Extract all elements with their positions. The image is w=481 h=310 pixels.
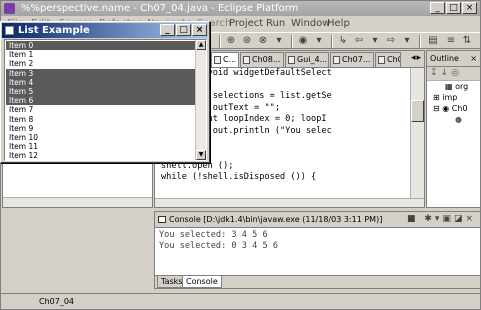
outline-item[interactable]: ● [427,114,480,125]
package-explorer-hscroll[interactable] [3,197,152,207]
list-item[interactable]: Item 12 [6,151,196,160]
tab-console[interactable]: Console [182,276,222,288]
java-file-icon [333,56,340,64]
editor-tab[interactable]: Ch08... [240,52,284,67]
open-type-icon[interactable]: ⊗ [257,35,269,47]
toolbar-separator [419,35,421,48]
list-item[interactable]: Item 10 [6,133,196,142]
display-console-icon[interactable]: ▣ [442,214,454,224]
close-icon[interactable]: × [470,51,477,66]
hide-fields-icon[interactable]: ◎ [451,68,462,78]
close-icon[interactable]: × [465,214,476,224]
eclipse-title-text: %%perspective.name - Ch07_04.java - Ecli… [21,3,299,14]
console-line: You selected: 3 4 5 6 [159,230,268,240]
eclipse-close-button[interactable]: × [462,2,477,14]
list-item[interactable]: Item 6 [6,96,196,106]
sort-az-icon[interactable]: ↓ [441,68,452,78]
tab-scroll-arrows-icon[interactable]: ◂▸ [411,53,422,63]
outline-item[interactable]: ▦ org [427,81,480,92]
list-item[interactable]: Item 3 [6,68,196,78]
search-icon[interactable]: ◉ [297,35,309,47]
list-item[interactable]: Item 8 [6,115,196,124]
package-icon: ▦ [445,82,456,91]
perspective-icon[interactable]: ▤ [427,35,439,47]
window-icon [5,26,14,35]
toolbar-separator [331,35,333,48]
console-header: Console [D:\jdk1.4\bin\javaw.exe (11/18/… [155,212,480,228]
toolbar-separator [219,35,221,48]
list-example-window: List Example _ □ × Item 0 Item 1 Item 2 Ite… [0,21,210,163]
scroll-up-icon[interactable]: ▲ [196,40,206,50]
item-list[interactable]: Item 0 Item 1 Item 2 Item 3 Item 4 Item 5 Item… [4,39,207,161]
eclipse-maximize-button[interactable]: □ [446,2,461,14]
editor-tab[interactable]: Gui_4... [285,52,329,67]
outline-tab[interactable]: Outline × [427,51,480,67]
menu-window[interactable]: Window [291,16,330,31]
list-window-title: List Example [18,25,90,36]
new-package-icon[interactable]: ⊛ [241,35,253,47]
run-dropdown-icon[interactable]: ▾ [313,35,325,47]
eclipse-minimize-button[interactable]: _ [430,2,445,14]
method-icon: ● [455,115,462,124]
back-dropdown-icon[interactable]: ▾ [369,35,381,47]
outline-toolbar: ↧↓◎ [427,67,480,81]
list-item[interactable]: Item 0 [6,41,196,50]
outline-item[interactable]: ⊞ imp [427,92,480,103]
list-item[interactable]: Item 7 [6,105,196,114]
editor-horizontal-scrollbar[interactable] [155,198,424,207]
list-item[interactable]: Item 1 [6,50,196,59]
back-icon[interactable]: ⇦ [353,35,365,47]
outline-item[interactable]: ⊟ ◉ Ch0 [427,103,480,114]
editor-tab[interactable]: Ch07... [330,52,374,67]
list-item[interactable]: Item 9 [6,124,196,133]
list-scrollbar[interactable]: ▲ ▼ [195,40,206,160]
maximize-button[interactable]: □ [176,24,191,36]
list-item[interactable]: Item 4 [6,77,196,87]
java-file-icon [243,56,250,64]
terminate-icon[interactable]: ■ [407,214,419,224]
editor-vertical-scrollbar[interactable] [410,68,424,199]
editor-scroll-thumb[interactable] [411,100,424,122]
list-item[interactable]: Item 11 [6,142,196,151]
outline-view: Outline × ↧↓◎ ▦ org ⊞ imp ⊟ ◉ Ch0 ● [426,50,481,208]
clear-console-icon[interactable]: ◪ [454,214,466,224]
new-class-icon[interactable]: ⊕ [225,35,237,47]
console-output[interactable]: You selected: 3 4 5 6 You selected: 0 3 4… [155,228,480,254]
forward-icon[interactable]: ⇨ [385,35,397,47]
list-window-title-bar[interactable]: List Example _ □ × [2,23,208,38]
toolbar-separator [291,35,293,48]
java-file-icon [214,56,221,64]
console-view: Console [D:\jdk1.4\bin\javaw.exe (11/18/… [154,211,481,289]
expand-icon: ⊞ [433,93,443,102]
pin-icon[interactable]: ✱ [424,214,435,224]
eclipse-title-bar[interactable]: %%perspective.name - Ch07_04.java - Ecli… [1,1,480,16]
code-line: while (!shell.isDisposed ()) { [161,172,317,183]
editor-tab[interactable]: C... [211,52,239,67]
menu-run[interactable]: Run [266,16,285,31]
sort-icon[interactable]: ↧ [430,68,441,78]
java-file-icon [378,56,385,64]
menu-help[interactable]: Help [327,16,350,31]
bottom-tab-bar: Tasks Console [155,275,480,288]
debug-dropdown-icon[interactable]: ▾ [273,35,285,47]
java-file-icon [288,56,295,64]
forward-dropdown-icon[interactable]: ▾ [401,35,413,47]
close-button[interactable]: × [192,24,207,36]
editor-tab[interactable]: Ch07... [375,52,401,67]
status-bar: Ch07_04 [1,293,480,309]
collapse-icon: ⊟ ◉ [433,104,452,113]
list-item[interactable]: Item 2 [6,59,196,68]
console-line: You selected: 0 3 4 5 6 [159,241,278,251]
java-perspective-icon[interactable]: ≡ [445,35,457,47]
scroll-down-icon[interactable]: ▼ [196,150,206,160]
menu-project[interactable]: Project [229,16,263,31]
eclipse-app-icon [4,3,15,14]
minimize-button[interactable]: _ [160,24,175,36]
status-text: Ch07_04 [39,297,75,306]
console-toolbar: ■ ✱▾▣◪× [407,212,476,227]
console-icon [158,216,166,223]
debug-perspective-icon[interactable]: ⇅ [461,35,473,47]
next-annotation-icon[interactable]: ↳ [337,35,349,47]
list-item[interactable]: Item 5 [6,87,196,96]
